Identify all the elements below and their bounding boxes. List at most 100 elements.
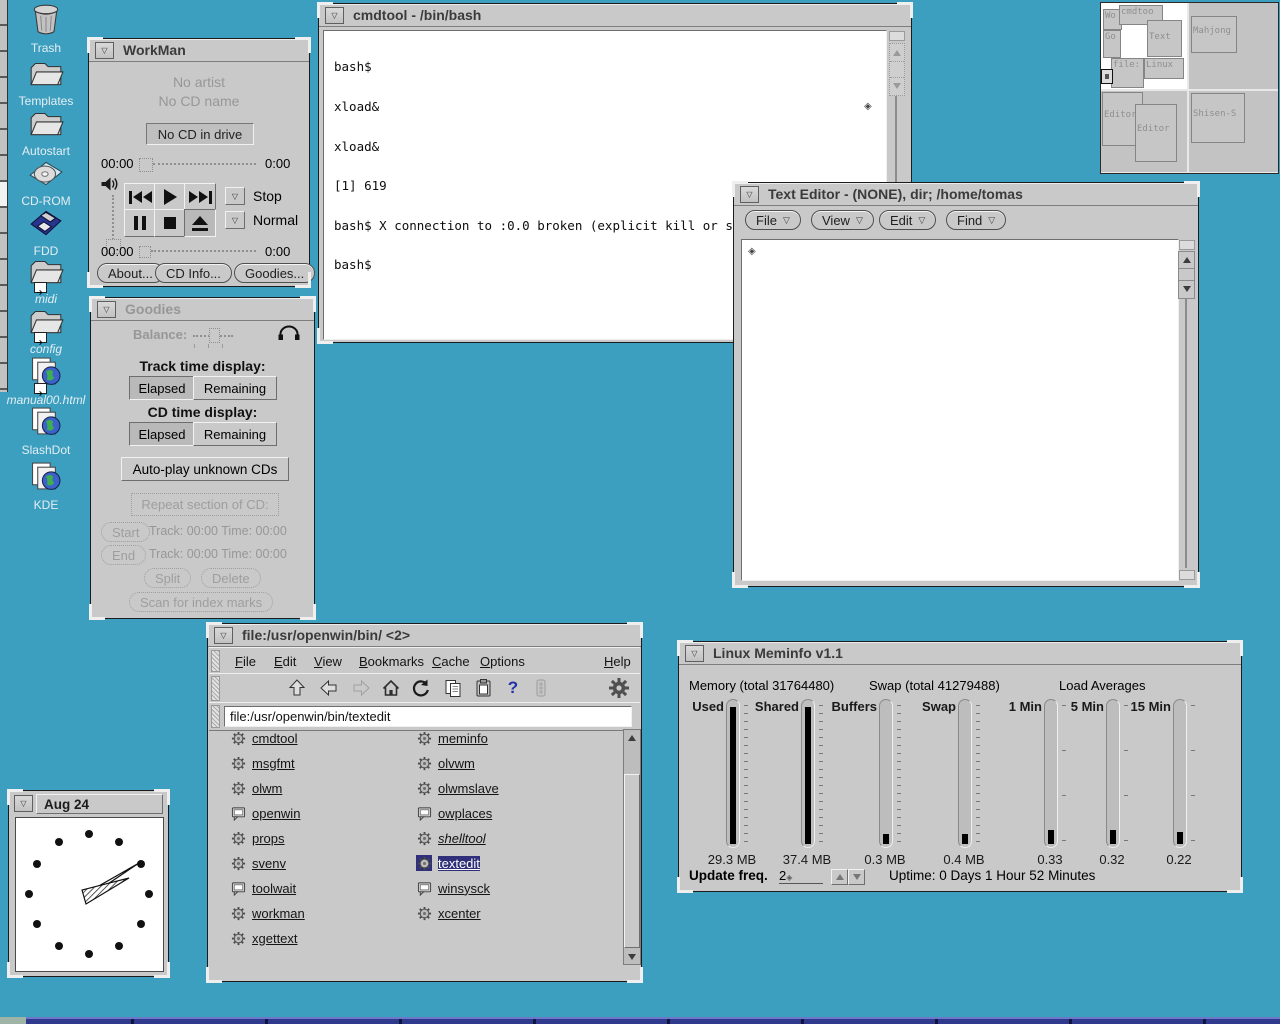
menu-edit[interactable]: Edit: [274, 654, 296, 669]
desktop-icon-templates[interactable]: Templates: [4, 58, 88, 108]
file-item-selected[interactable]: textedit: [416, 855, 480, 871]
goodies-titlebar[interactable]: ▽ Goodies: [91, 298, 314, 321]
autoplay-button[interactable]: Auto-play unknown CDs: [121, 457, 289, 481]
desktop-icon-manual00[interactable]: manual00.html: [4, 356, 88, 407]
paste-button[interactable]: [471, 677, 495, 699]
scrollbar-bottom-anchor[interactable]: [1179, 570, 1195, 580]
filemanager-titlebar[interactable]: ▽ file:/usr/openwin/bin/ <2>: [208, 624, 641, 647]
scrollbar-drag-box[interactable]: [890, 62, 904, 77]
offscreen-taskbar-edge[interactable]: [0, 1017, 1280, 1024]
copy-button[interactable]: [441, 677, 465, 699]
file-item[interactable]: xgettext: [230, 930, 298, 946]
file-item[interactable]: svenv: [230, 855, 286, 871]
pager-mini-window[interactable]: Shisen-S: [1191, 93, 1245, 143]
spin-up-button[interactable]: [831, 869, 848, 885]
location-input[interactable]: [224, 706, 632, 727]
reload-button[interactable]: [409, 677, 433, 699]
file-item[interactable]: shelltool: [416, 830, 486, 846]
desktop-icon-fdd[interactable]: FDD: [4, 208, 88, 258]
scrollbar-thumb[interactable]: [624, 774, 640, 948]
cmdtool-titlebar[interactable]: ▽ cmdtool - /bin/bash: [319, 4, 911, 27]
pager-desktop-1[interactable]: Wo cmdtoo Text Go file: Linux: [1101, 3, 1187, 89]
scroll-up-icon[interactable]: [1179, 252, 1194, 269]
file-item[interactable]: winsysck: [416, 880, 490, 896]
window-menu-button[interactable]: ▽: [325, 7, 344, 24]
window-menu-button[interactable]: ▽: [214, 627, 233, 644]
find-menu-button[interactable]: Find▽: [946, 210, 1006, 230]
window-menu-button[interactable]: ▽: [97, 301, 116, 318]
scroll-down-icon[interactable]: [624, 949, 640, 964]
scrollbar-cable[interactable]: [1185, 298, 1187, 568]
kde-gear-button[interactable]: [607, 677, 631, 699]
scroll-down-icon[interactable]: [1179, 280, 1194, 297]
play-button[interactable]: [154, 183, 186, 211]
meminfo-titlebar[interactable]: ▽ Linux Meminfo v1.1: [679, 642, 1241, 665]
about-button[interactable]: About...: [97, 263, 164, 283]
scroll-up-icon[interactable]: [624, 730, 640, 745]
toolbar-drag-handle[interactable]: [211, 650, 220, 672]
pager-desktop-2[interactable]: Mahjong: [1189, 3, 1278, 89]
scrollbar-top-anchor[interactable]: [1179, 240, 1195, 250]
toolbar-drag-handle[interactable]: [211, 705, 220, 728]
scrollbar-drag-box[interactable]: [1179, 269, 1194, 280]
window-menu-button[interactable]: ▽: [740, 186, 759, 203]
track-remaining-button[interactable]: Remaining: [193, 376, 277, 400]
up-button[interactable]: [285, 677, 309, 699]
scroll-up-icon[interactable]: [890, 44, 904, 62]
texteditor-titlebar[interactable]: ▽ Text Editor - (NONE), dir; /home/tomas: [734, 183, 1198, 206]
scrollbar-elevator[interactable]: [1178, 251, 1195, 299]
window-menu-button[interactable]: ▽: [685, 645, 704, 662]
scroll-down-icon[interactable]: [890, 77, 904, 94]
file-item[interactable]: workman: [230, 905, 305, 921]
pager-mini-window[interactable]: Text: [1147, 20, 1182, 57]
help-button[interactable]: ?: [501, 677, 525, 699]
cd-elapsed-button[interactable]: Elapsed: [129, 422, 195, 446]
pager-mini-window[interactable]: Go: [1103, 30, 1121, 58]
view-menu-button[interactable]: View▽: [811, 210, 874, 230]
spin-down-button[interactable]: [848, 869, 865, 885]
file-item[interactable]: props: [230, 830, 285, 846]
eject-button[interactable]: [184, 209, 216, 237]
file-item[interactable]: toolwait: [230, 880, 296, 896]
pager-mini-window[interactable]: Editor: [1135, 104, 1177, 162]
file-item[interactable]: olvwm: [416, 755, 475, 771]
file-item[interactable]: msgfmt: [230, 755, 295, 771]
menu-file[interactable]: File: [235, 654, 256, 669]
pager-desktop-4[interactable]: Shisen-S: [1189, 91, 1278, 172]
next-track-button[interactable]: [184, 183, 216, 211]
desktop-icon-config[interactable]: config: [4, 306, 88, 356]
menu-bookmarks[interactable]: Bookmarks: [359, 654, 424, 669]
track-elapsed-button[interactable]: Elapsed: [129, 376, 195, 400]
file-item[interactable]: olwm: [230, 780, 282, 796]
goodies-button[interactable]: Goodies...: [234, 263, 315, 283]
menu-options[interactable]: Options: [480, 654, 525, 669]
pager-mini-window[interactable]: file:: [1111, 58, 1144, 88]
cd-info-button[interactable]: CD Info...: [155, 263, 232, 283]
desktop-icon-trash[interactable]: Trash: [4, 3, 88, 55]
play-state-menu-button[interactable]: ▽: [225, 187, 245, 205]
pager-mini-window[interactable]: Linux: [1144, 58, 1184, 79]
toolbar-drag-handle[interactable]: [211, 676, 220, 701]
menu-view[interactable]: View: [314, 654, 342, 669]
workman-titlebar[interactable]: ▽ WorkMan: [89, 39, 309, 62]
scrollbar-top-anchor[interactable]: [889, 31, 905, 41]
home-button[interactable]: [379, 677, 403, 699]
window-menu-button[interactable]: ▽: [14, 795, 33, 812]
previous-track-button[interactable]: [124, 183, 156, 211]
desktop-icon-midi[interactable]: midi: [4, 256, 88, 306]
back-button[interactable]: [317, 677, 341, 699]
list-scrollbar[interactable]: [623, 729, 641, 965]
menu-help[interactable]: Help: [604, 654, 631, 669]
file-item[interactable]: meminfo: [416, 730, 488, 746]
desktop-icon-autostart[interactable]: Autostart: [4, 108, 88, 158]
desktop-icon-kde[interactable]: KDE: [4, 461, 88, 512]
desktop-icon-slashdot[interactable]: SlashDot: [4, 406, 88, 457]
update-freq-input[interactable]: 2◈: [779, 868, 823, 884]
file-item[interactable]: xcenter: [416, 905, 481, 921]
pager-mini-window[interactable]: Mahjong: [1191, 16, 1237, 53]
desktop-icon-cdrom[interactable]: CD-ROM: [4, 158, 88, 208]
window-menu-button[interactable]: ▽: [95, 42, 114, 59]
stop-button[interactable]: [154, 209, 186, 237]
menu-cache[interactable]: Cache: [432, 654, 470, 669]
cd-remaining-button[interactable]: Remaining: [193, 422, 277, 446]
